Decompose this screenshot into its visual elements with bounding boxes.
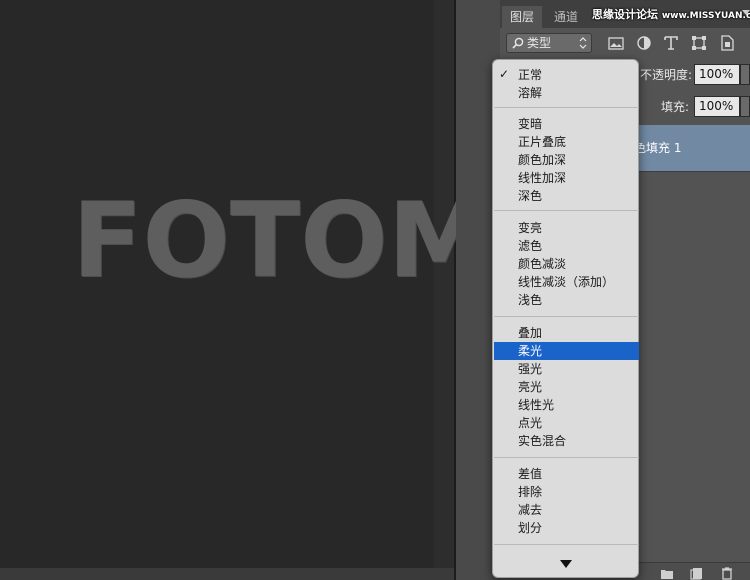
blend-item-multiply[interactable]: 正片叠底: [494, 133, 639, 151]
blend-item-exclusion[interactable]: 排除: [494, 483, 639, 501]
blend-item-darken[interactable]: 变暗: [494, 115, 639, 133]
new-layer-icon[interactable]: [690, 566, 704, 580]
shape-filter-icon[interactable]: [689, 33, 709, 53]
blend-item-soft-light[interactable]: 柔光: [494, 342, 639, 360]
blend-item-color-burn[interactable]: 颜色加深: [494, 151, 639, 169]
folder-icon[interactable]: [660, 566, 674, 580]
blend-item-dissolve[interactable]: 溶解: [494, 84, 639, 102]
menu-separator: [494, 210, 639, 211]
fill-label: 填充:: [661, 100, 690, 114]
blend-item-overlay[interactable]: 叠加: [494, 324, 639, 342]
blend-item-linear-light[interactable]: 线性光: [494, 396, 639, 414]
fill-input[interactable]: 100%: [694, 96, 740, 117]
blend-item-lighter-color[interactable]: 浅色: [494, 291, 639, 309]
image-filter-icon[interactable]: [606, 33, 626, 53]
watermark-text: 思缘设计论坛: [592, 8, 658, 21]
opacity-dropdown-button[interactable]: [740, 64, 750, 85]
smart-object-filter-icon[interactable]: [717, 33, 737, 53]
chevron-updown-icon: [579, 37, 587, 49]
blend-item-linear-dodge[interactable]: 线性减淡（添加）: [494, 273, 639, 291]
blend-item-difference[interactable]: 差值: [494, 465, 639, 483]
blend-mode-menu: 正常 溶解 变暗 正片叠底 颜色加深 线性加深 深色 变亮 滤色 颜色减淡 线性…: [492, 59, 639, 578]
watermark-url: www.MISSYUAN.com: [661, 11, 750, 21]
blend-item-hard-light[interactable]: 强光: [494, 360, 639, 378]
layer-filter-label: 类型: [527, 36, 552, 50]
blend-item-hard-mix[interactable]: 实色混合: [494, 432, 639, 450]
blend-item-vivid-light[interactable]: 亮光: [494, 378, 639, 396]
opacity-input[interactable]: 100%: [694, 64, 740, 85]
blend-item-divide[interactable]: 划分: [494, 519, 639, 537]
tab-channels[interactable]: 通道: [546, 6, 586, 28]
type-filter-icon[interactable]: [661, 33, 681, 53]
menu-separator: [494, 107, 639, 108]
tab-layers[interactable]: 图层: [502, 6, 542, 28]
menu-separator: [494, 316, 639, 317]
blend-item-color-dodge[interactable]: 颜色减淡: [494, 255, 639, 273]
canvas-horizontal-scrollbar[interactable]: [0, 568, 454, 580]
fill-dropdown-button[interactable]: [740, 96, 750, 117]
blend-item-subtract[interactable]: 减去: [494, 501, 639, 519]
checkmark-icon: ✓: [499, 67, 510, 81]
search-icon: [512, 37, 524, 49]
blend-item-linear-burn[interactable]: 线性加深: [494, 169, 639, 187]
adjustment-filter-icon[interactable]: [634, 33, 654, 53]
scroll-down-arrow-icon[interactable]: [560, 560, 572, 568]
blend-item-pin-light[interactable]: 点光: [494, 414, 639, 432]
panel-menu-icon[interactable]: [742, 10, 750, 15]
site-watermark: 思缘设计论坛 www.MISSYUAN.com: [592, 7, 750, 24]
blend-item-lighten[interactable]: 变亮: [494, 219, 639, 237]
layer-name: 色填充 1: [634, 141, 682, 155]
blend-item-screen[interactable]: 滤色: [494, 237, 639, 255]
menu-separator: [494, 457, 639, 458]
blend-item-darker-color[interactable]: 深色: [494, 187, 639, 205]
opacity-label: 不透明度:: [640, 68, 693, 82]
trash-icon[interactable]: [720, 566, 734, 580]
menu-separator: [494, 544, 639, 545]
blend-item-normal[interactable]: 正常: [494, 66, 639, 84]
